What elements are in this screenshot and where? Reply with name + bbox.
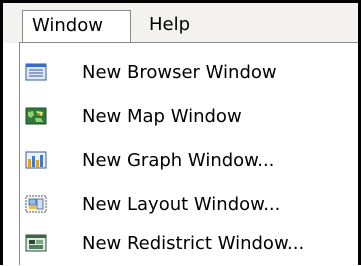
menu-item-new-browser-window[interactable]: New Browser Window bbox=[19, 51, 354, 95]
dropdown-top-border bbox=[128, 42, 358, 43]
menu-item-label: New Browser Window bbox=[82, 62, 277, 83]
menu-item-new-map-window[interactable]: New Map Window bbox=[19, 95, 354, 139]
menu-help[interactable]: Help bbox=[140, 10, 199, 42]
menu-item-label: New Graph Window... bbox=[82, 150, 275, 171]
menu-item-label: New Map Window bbox=[82, 106, 242, 127]
browser-window-icon bbox=[25, 62, 47, 82]
menu-item-new-layout-window[interactable]: New Layout Window... bbox=[19, 183, 354, 227]
menu-window[interactable]: Window bbox=[22, 10, 131, 44]
menu-item-label: New Layout Window... bbox=[82, 194, 281, 215]
redistrict-window-icon bbox=[25, 233, 47, 253]
menu-item-new-graph-window[interactable]: New Graph Window... bbox=[19, 139, 354, 183]
graph-window-icon bbox=[25, 150, 47, 170]
layout-window-icon bbox=[25, 194, 47, 214]
map-window-icon bbox=[25, 106, 47, 126]
menu-item-new-redistrict-window[interactable]: New Redistrict Window... bbox=[19, 222, 354, 266]
menu-item-label: New Redistrict Window... bbox=[82, 233, 305, 254]
menu-bar: Window Help bbox=[3, 3, 358, 44]
